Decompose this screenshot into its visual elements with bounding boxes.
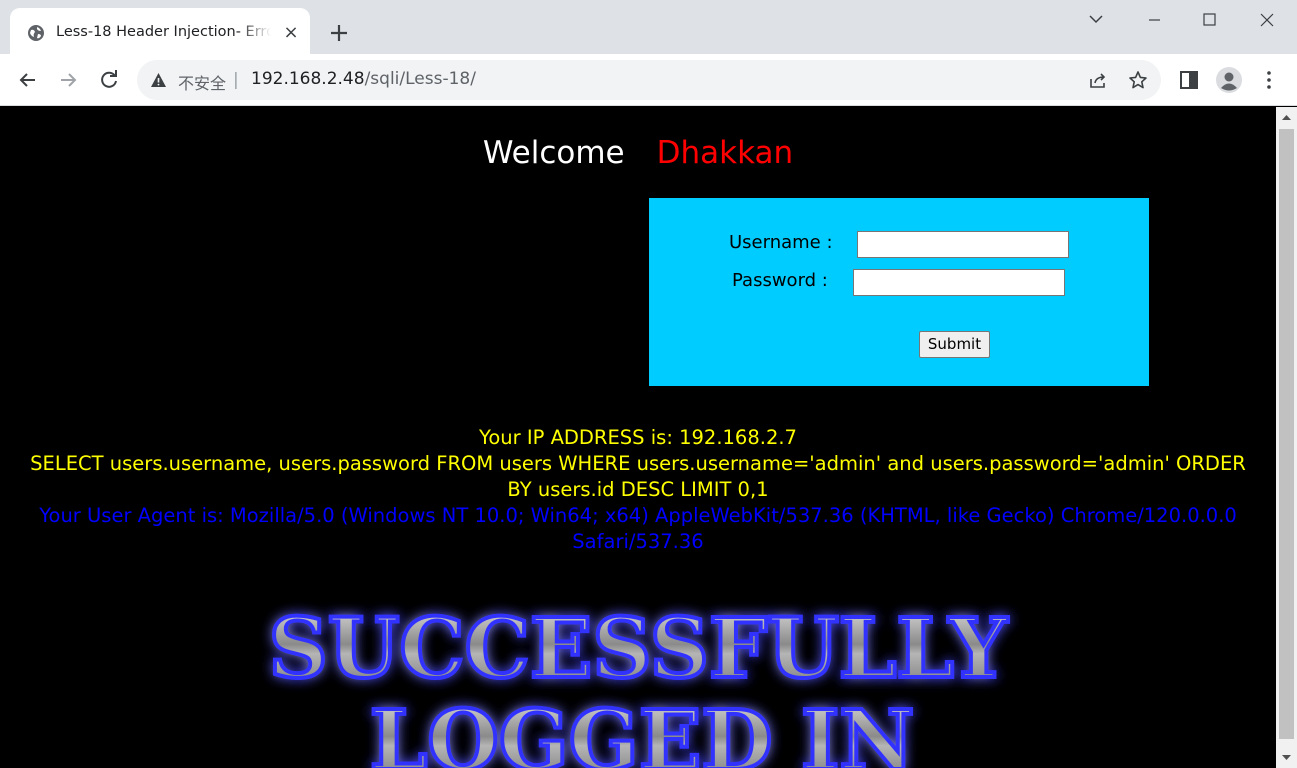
tab-title: Less-18 Header Injection- Error Based- s… bbox=[56, 24, 271, 40]
welcome-text: Welcome bbox=[482, 135, 625, 171]
login-form: Username : Password : Submit bbox=[649, 198, 1149, 386]
tab-strip: Less-18 Header Injection- Error Based- s… bbox=[0, 0, 1297, 54]
browser-toolbar: 不安全 | 192.168.2.48/sqli/Less-18/ bbox=[0, 54, 1297, 106]
success-banner-image: SUCCESSFULLY LOGGED IN bbox=[267, 599, 1011, 768]
username-input[interactable] bbox=[857, 231, 1069, 258]
address-bar[interactable]: 不安全 | 192.168.2.48/sqli/Less-18/ bbox=[137, 60, 1161, 100]
scroll-thumb[interactable] bbox=[1279, 129, 1294, 739]
back-arrow-icon[interactable] bbox=[15, 67, 41, 93]
page-scrollbar[interactable] bbox=[1276, 107, 1297, 768]
globe-icon bbox=[28, 25, 44, 41]
scroll-down-arrow-icon[interactable] bbox=[1276, 748, 1297, 768]
forward-arrow-icon[interactable] bbox=[55, 67, 81, 93]
welcome-heading: Welcome Dhakkan bbox=[0, 135, 1276, 171]
insecure-label[interactable]: 不安全 bbox=[178, 70, 226, 94]
close-window-icon[interactable] bbox=[1240, 0, 1296, 40]
share-icon[interactable] bbox=[1088, 70, 1108, 90]
url-text[interactable]: 192.168.2.48/sqli/Less-18/ bbox=[251, 69, 476, 89]
page-content: Welcome Dhakkan Username : Password : Sub… bbox=[0, 107, 1276, 768]
sql-query-line: SELECT users.username, users.password FR… bbox=[30, 452, 1246, 501]
password-label: Password : bbox=[732, 270, 828, 291]
username-label: Username : bbox=[729, 232, 833, 253]
result-info: Your IP ADDRESS is: 192.168.2.7 SELECT u… bbox=[20, 425, 1256, 555]
active-tab[interactable]: Less-18 Header Injection- Error Based- s… bbox=[10, 8, 310, 54]
tab-close-icon[interactable]: × bbox=[280, 22, 302, 44]
side-panel-icon[interactable] bbox=[1176, 67, 1202, 93]
password-input[interactable] bbox=[853, 269, 1065, 296]
url-host: 192.168.2.48 bbox=[251, 69, 365, 89]
profile-avatar-icon[interactable] bbox=[1215, 66, 1243, 94]
star-bookmark-icon[interactable] bbox=[1128, 70, 1148, 90]
minimize-icon[interactable] bbox=[1126, 0, 1182, 40]
plus-icon[interactable] bbox=[325, 19, 353, 47]
user-agent-line: Your User Agent is: Mozilla/5.0 (Windows… bbox=[39, 504, 1237, 553]
warning-icon[interactable] bbox=[150, 72, 167, 88]
ip-address-line: Your IP ADDRESS is: 192.168.2.7 bbox=[479, 426, 797, 449]
url-path: /sqli/Less-18/ bbox=[364, 69, 476, 89]
maximize-icon[interactable] bbox=[1182, 0, 1238, 40]
tab-search-chevron-icon[interactable] bbox=[1068, 0, 1124, 40]
banner-line-1: SUCCESSFULLY bbox=[269, 601, 1009, 697]
user-name: Dhakkan bbox=[656, 135, 794, 171]
banner-line-2: LOGGED IN bbox=[370, 693, 915, 768]
more-menu-icon[interactable] bbox=[1256, 67, 1282, 93]
submit-button[interactable]: Submit bbox=[919, 331, 990, 358]
reload-icon[interactable] bbox=[96, 67, 122, 93]
scroll-up-arrow-icon[interactable] bbox=[1276, 107, 1297, 127]
url-separator: | bbox=[233, 70, 239, 90]
